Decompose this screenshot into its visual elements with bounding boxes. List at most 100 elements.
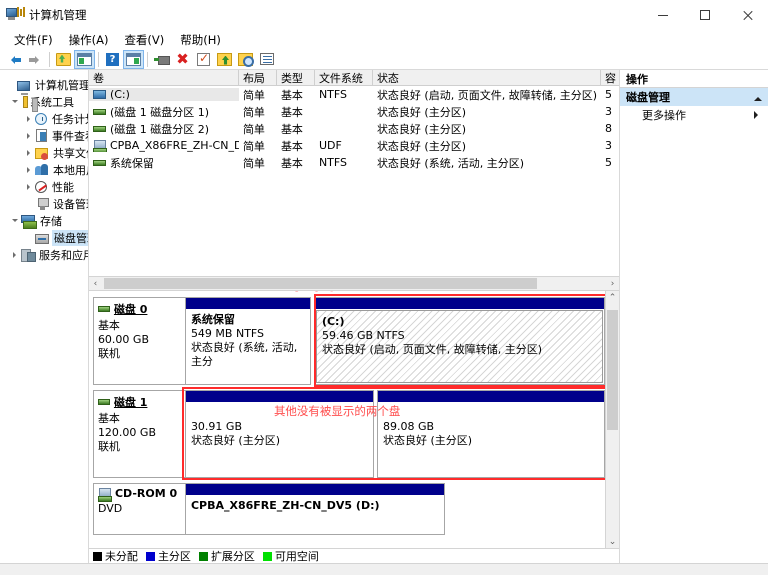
partition-icon	[93, 109, 106, 115]
expander-icon[interactable]	[8, 216, 21, 225]
table-row[interactable]: (磁盘 1 磁盘分区 1) 简单 基本 状态良好 (主分区) 3	[89, 103, 619, 120]
hscroll-thumb[interactable]	[104, 278, 537, 289]
expander-icon[interactable]	[22, 133, 35, 139]
expander-icon[interactable]	[22, 150, 35, 156]
actions-item-more-actions[interactable]: 更多操作	[620, 106, 768, 124]
chevron-right-icon[interactable]	[754, 111, 762, 119]
tree-item-label: 任务计划程序	[50, 111, 89, 127]
maximize-button[interactable]	[684, 0, 726, 30]
scroll-right-icon[interactable]: ›	[606, 277, 619, 290]
tree-item-label: 共享文件夹	[51, 145, 89, 161]
scroll-up-icon[interactable]: ⌃	[606, 291, 619, 304]
sidebar-item-system-tools[interactable]: 系统工具	[0, 93, 88, 110]
legend-item-unallocated: 未分配	[93, 548, 138, 564]
column-header-type[interactable]: 类型	[277, 70, 315, 85]
minimize-button[interactable]	[642, 0, 684, 30]
table-row[interactable]: CPBA_X86FRE_ZH-CN_DV5 (D:) 简单 基本 UDF 状态良…	[89, 137, 619, 154]
checkmark-icon[interactable]	[193, 50, 214, 69]
sidebar-item-device-manager[interactable]: 设备管理器	[0, 195, 88, 212]
cdrom-row[interactable]: CD-ROM 0 DVD CPBA_X86FRE_ZH-CN_DV5 (D:)	[93, 483, 605, 535]
close-button[interactable]	[726, 0, 768, 30]
search-icon[interactable]	[235, 50, 256, 69]
content-area: 卷 布局 类型 文件系统 状态 容 (C:) 简单 基本	[89, 70, 768, 563]
scroll-down-icon[interactable]: ⌄	[606, 535, 619, 548]
sidebar-item-event-viewer[interactable]: 事件查看器	[0, 127, 88, 144]
partition-size: 89.08 GB	[383, 420, 434, 433]
column-header-volume[interactable]: 卷	[89, 70, 239, 85]
table-row[interactable]: (磁盘 1 磁盘分区 2) 简单 基本 状态良好 (主分区) 8	[89, 120, 619, 137]
legend-item-primary: 主分区	[146, 548, 191, 564]
partition-title: 系统保留	[191, 313, 235, 326]
partition-size: 30.91 GB	[191, 420, 242, 433]
computer-icon	[17, 81, 30, 91]
disk-info: 磁盘 1 基本 120.00 GB 联机	[93, 390, 185, 478]
sidebar-item-storage[interactable]: 存储	[0, 212, 88, 229]
volume-list-hscrollbar[interactable]: ‹ ›	[89, 276, 619, 290]
volume-type: 基本	[277, 87, 315, 103]
menu-help[interactable]: 帮助(H)	[172, 30, 229, 50]
list-view-icon[interactable]	[256, 50, 277, 69]
sidebar-item-shared-folders[interactable]: 共享文件夹	[0, 144, 88, 161]
properties-pane-icon[interactable]	[123, 50, 144, 69]
show-pane-icon[interactable]	[74, 50, 95, 69]
disk-row[interactable]: 磁盘 0 基本 60.00 GB 联机 系统保留	[93, 297, 605, 385]
partition-disk1-part2[interactable]: 89.08 GB 状态良好 (主分区)	[377, 390, 605, 478]
up-folder-icon[interactable]	[53, 50, 74, 69]
tree-item-label: 本地用户和组	[51, 162, 89, 178]
expander-icon[interactable]	[22, 116, 35, 122]
expander-icon[interactable]	[8, 252, 21, 258]
task-scheduler-icon	[35, 113, 47, 125]
hscroll-track[interactable]	[102, 277, 606, 290]
back-icon[interactable]	[4, 50, 25, 69]
volume-capacity: 5	[601, 88, 619, 101]
sidebar-item-disk-management[interactable]: 磁盘管理	[0, 229, 88, 246]
storage-icon	[21, 215, 35, 227]
help-icon[interactable]: ?	[102, 50, 123, 69]
menu-view[interactable]: 查看(V)	[116, 30, 172, 50]
tree-item-root[interactable]: 计算机管理(本地)	[0, 76, 88, 93]
partition-system-reserved[interactable]: 系统保留 549 MB NTFS 状态良好 (系统, 活动, 主分	[185, 297, 311, 385]
actions-group-disk-management[interactable]: 磁盘管理	[620, 88, 768, 106]
sidebar-item-local-users[interactable]: 本地用户和组	[0, 161, 88, 178]
partition-disk1-part1[interactable]: 30.91 GB 状态良好 (主分区)	[185, 390, 374, 478]
menu-action[interactable]: 操作(A)	[61, 30, 117, 50]
sidebar-item-performance[interactable]: 性能	[0, 178, 88, 195]
graphic-view-pane: 磁盘 0 基本 60.00 GB 联机 系统保留	[89, 290, 619, 563]
delete-icon[interactable]: ✖	[172, 50, 193, 69]
sidebar-item-services-apps[interactable]: 服务和应用程序	[0, 246, 88, 263]
table-row[interactable]: 系统保留 简单 基本 NTFS 状态良好 (系统, 活动, 主分区) 5	[89, 154, 619, 171]
disk-row[interactable]: 磁盘 1 基本 120.00 GB 联机	[93, 390, 605, 478]
column-header-filesystem[interactable]: 文件系统	[315, 70, 373, 85]
vscroll-track[interactable]	[606, 304, 619, 535]
cdrom-icon	[98, 488, 111, 500]
connect-icon[interactable]	[151, 50, 172, 69]
legend-label: 可用空间	[275, 548, 319, 564]
column-header-capacity[interactable]: 容	[601, 70, 619, 85]
partition-c-drive[interactable]: (C:) 59.46 GB NTFS 状态良好 (启动, 页面文件, 故障转储,…	[314, 297, 605, 385]
partition-details: 89.08 GB 状态良好 (主分区)	[378, 402, 604, 477]
sidebar-item-task-scheduler[interactable]: 任务计划程序	[0, 110, 88, 127]
chevron-up-icon[interactable]	[754, 93, 762, 101]
disk-name: 磁盘 0	[114, 301, 147, 317]
expander-icon[interactable]	[22, 184, 35, 190]
graphic-view-vscrollbar[interactable]: ⌃ ⌄	[605, 291, 619, 548]
forward-icon[interactable]	[25, 50, 46, 69]
cdrom-partitions: CPBA_X86FRE_ZH-CN_DV5 (D:)	[185, 483, 605, 535]
expander-icon[interactable]	[22, 167, 35, 173]
vscroll-thumb[interactable]	[607, 310, 618, 430]
table-row[interactable]: (C:) 简单 基本 NTFS 状态良好 (启动, 页面文件, 故障转储, 主分…	[89, 86, 619, 103]
event-viewer-icon	[36, 129, 47, 142]
volume-name-cell: (C:)	[89, 88, 239, 101]
volume-type: 基本	[277, 121, 315, 137]
volume-layout: 简单	[239, 138, 277, 154]
tree-item-label: 磁盘管理	[52, 230, 89, 246]
cdrom-volume[interactable]: CPBA_X86FRE_ZH-CN_DV5 (D:)	[185, 483, 445, 535]
tree-item-label: 存储	[38, 213, 64, 229]
scroll-left-icon[interactable]: ‹	[89, 277, 102, 290]
column-header-layout[interactable]: 布局	[239, 70, 277, 85]
column-header-status[interactable]: 状态	[373, 70, 601, 85]
legend: 未分配 主分区 扩展分区 可用空间	[89, 548, 619, 563]
menu-file[interactable]: 文件(F)	[6, 30, 61, 50]
expander-icon[interactable]	[8, 97, 21, 106]
folder-up-icon[interactable]	[214, 50, 235, 69]
